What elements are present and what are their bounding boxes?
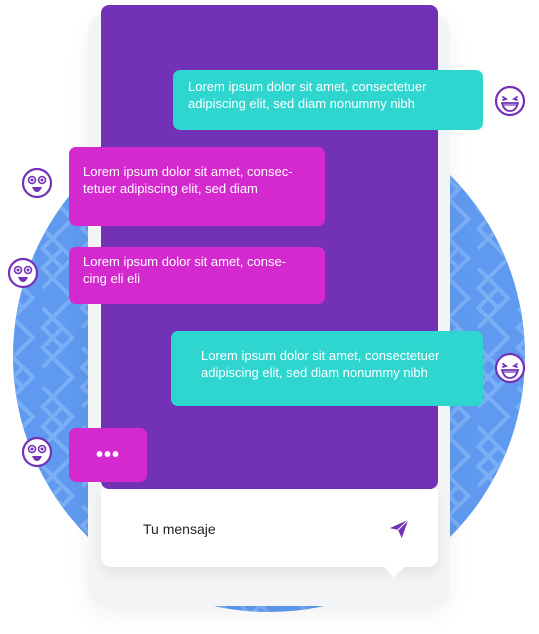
send-icon[interactable]	[388, 518, 410, 540]
message-line: Lorem ipsum dolor sit amet, consectetuer	[188, 79, 427, 94]
message-line: Lorem ipsum dolor sit amet, conse-	[83, 254, 287, 269]
chat-bubble-outgoing-1: Lorem ipsum dolor sit amet, consec- tetu…	[69, 147, 325, 226]
surprised-face-icon	[7, 257, 39, 289]
message-line: Lorem ipsum dolor sit amet, consectetuer	[201, 348, 440, 363]
message-line: adipiscing elit, sed diam nonummy nibh	[201, 365, 428, 380]
message-line: Lorem ipsum dolor sit amet, consec-	[83, 164, 293, 179]
message-input-bar[interactable]: Tu mensaje	[101, 489, 438, 567]
message-input[interactable]: Tu mensaje	[143, 521, 216, 537]
surprised-face-icon	[21, 167, 53, 199]
message-line: cing eli eli	[83, 271, 141, 286]
laughing-face-icon	[494, 85, 526, 117]
typing-dots: •••	[95, 443, 120, 466]
chat-bubble-outgoing-2: Lorem ipsum dolor sit amet, conse- cing …	[69, 247, 325, 304]
message-line: tetuer adipiscing elit, sed diam	[83, 181, 258, 196]
surprised-face-icon	[21, 436, 53, 468]
laughing-face-icon	[494, 352, 526, 384]
chat-bubble-incoming-1: Lorem ipsum dolor sit amet, consectetuer…	[173, 70, 483, 130]
input-bubble-tail	[382, 565, 406, 578]
chat-bubble-incoming-2: Lorem ipsum dolor sit amet, consectetuer…	[171, 331, 483, 406]
typing-indicator-bubble: •••	[69, 428, 147, 482]
message-line: adipiscing elit, sed diam nonummy nibh	[188, 96, 415, 111]
